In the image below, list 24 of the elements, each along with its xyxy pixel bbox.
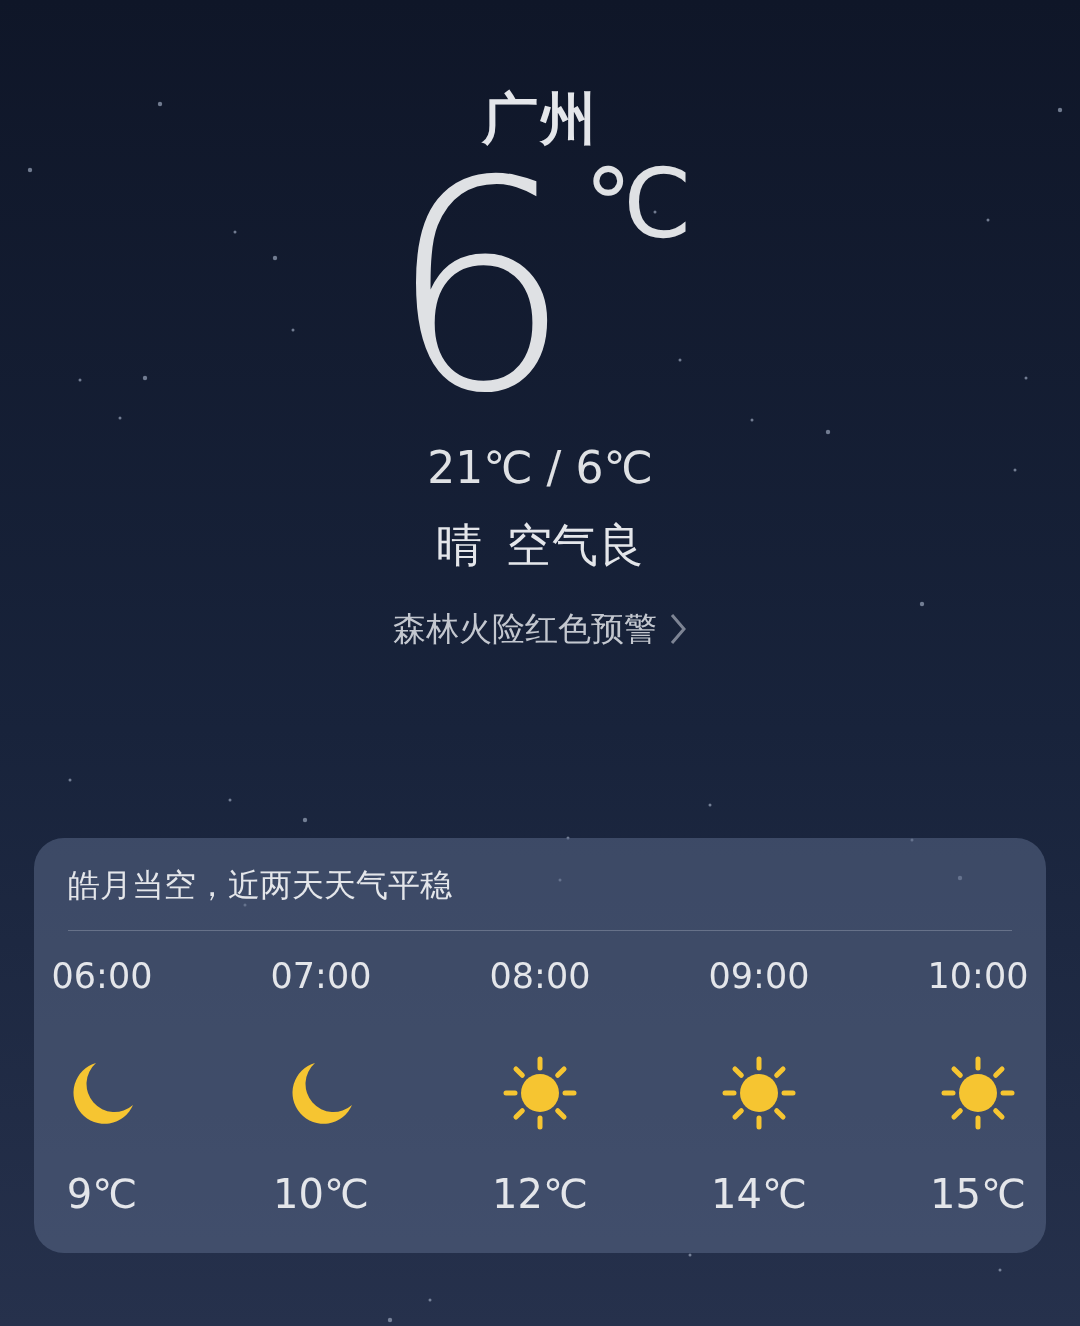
current-temperature: 6 <box>387 167 573 408</box>
crescent-moon-icon <box>70 1060 134 1125</box>
forecast-summary: 皓月当空，近两天天气平稳 <box>68 864 453 906</box>
hour-temperature: 12℃ <box>492 1170 588 1217</box>
air-quality: 空气良 <box>506 516 644 574</box>
city-name: 广州 <box>482 88 598 150</box>
hour-time: 09:00 <box>708 954 810 998</box>
sun-icon <box>503 1055 577 1130</box>
crescent-moon-icon <box>289 1060 353 1125</box>
hour-time: 06:00 <box>51 954 153 998</box>
warning-link[interactable]: 森林火险红色预警 <box>393 606 687 652</box>
hour-temperature: 10℃ <box>273 1170 369 1217</box>
chevron-right-icon <box>669 613 687 646</box>
sun-icon <box>941 1055 1015 1130</box>
hour-temperature: 9℃ <box>66 1170 138 1217</box>
hour-time: 07:00 <box>270 954 372 998</box>
weather-condition: 晴 <box>436 516 482 574</box>
hour-temperature: 15℃ <box>930 1170 1026 1217</box>
hour-time: 08:00 <box>489 954 591 998</box>
temperature-range: 21℃ / 6℃ <box>427 441 653 493</box>
hour-temperature: 14℃ <box>711 1170 807 1217</box>
sun-icon <box>722 1055 796 1130</box>
hour-time: 10:00 <box>927 954 1029 998</box>
temperature-unit: ℃ <box>584 155 693 252</box>
